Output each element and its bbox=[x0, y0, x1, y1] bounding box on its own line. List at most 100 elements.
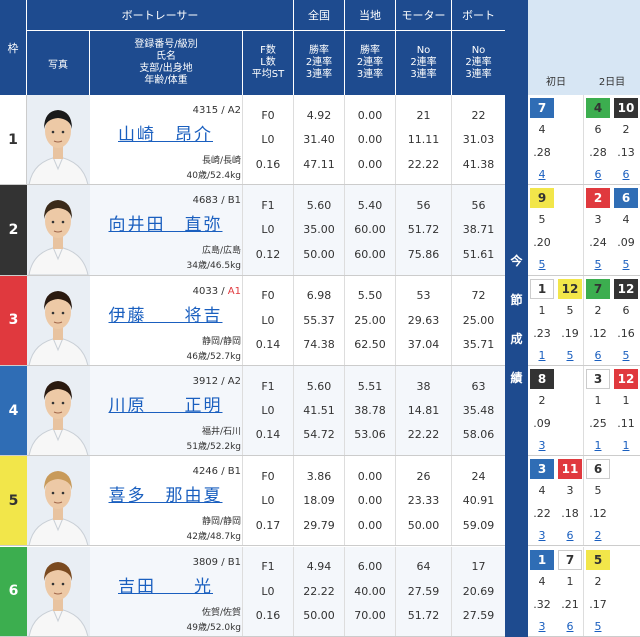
start-course-link[interactable]: 2 bbox=[584, 529, 612, 542]
stat-value: F0 bbox=[261, 469, 275, 483]
stat-value: 37.04 bbox=[407, 338, 440, 352]
waku-number: 5 bbox=[0, 456, 27, 546]
local-stats: 5.40 60.00 60.00 bbox=[345, 185, 395, 274]
header-racer: ボートレーサー bbox=[27, 0, 293, 30]
stat-value: 59.09 bbox=[462, 518, 495, 532]
boat-stats: 22 31.03 41.38 bbox=[452, 95, 505, 184]
konsetsu-char: 今 bbox=[510, 253, 523, 268]
racer-photo bbox=[27, 95, 90, 185]
racer-name-link[interactable]: 伊藤 将吉 bbox=[90, 301, 241, 326]
stat-value: 35.00 bbox=[303, 223, 335, 237]
stat-value: F1 bbox=[261, 379, 275, 393]
racer-row: 3 4033 / A1 伊藤 将吉 静岡/静岡 46歳/52.7kg F0 L0 0.14 6… bbox=[0, 275, 505, 366]
motor-stats: 21 11.11 22.22 bbox=[396, 95, 451, 184]
header-boat: ボート bbox=[452, 0, 505, 30]
stat-value: 22.22 bbox=[407, 428, 440, 442]
national-stats: 5.60 35.00 50.00 bbox=[294, 185, 344, 274]
stat-value: F0 bbox=[261, 108, 275, 122]
stat-value: L0 bbox=[261, 133, 275, 147]
racer-name-link[interactable]: 川原 正明 bbox=[90, 391, 241, 416]
racer-name-link[interactable]: 吉田 光 bbox=[90, 572, 241, 597]
start-course-link[interactable]: 6 bbox=[556, 620, 584, 633]
start-course-link[interactable]: 1 bbox=[528, 349, 556, 362]
start-course-link[interactable]: 3 bbox=[528, 620, 556, 633]
motor-stats: 26 23.33 50.00 bbox=[396, 456, 451, 545]
finish-position: 4 bbox=[586, 98, 610, 118]
stat-value: 11.11 bbox=[407, 133, 440, 147]
start-course-link[interactable]: 1 bbox=[612, 439, 640, 452]
stat-value: 0.00 bbox=[357, 108, 383, 122]
day2-label: 2日目 bbox=[598, 77, 626, 88]
stat-value: 0.00 bbox=[357, 518, 383, 532]
waku-number: 3 bbox=[0, 275, 27, 365]
waku-number: 4 bbox=[0, 365, 27, 456]
stat-value: F0 bbox=[261, 289, 275, 303]
header-motor-stats: No 2連率 3連率 bbox=[396, 31, 451, 95]
waku-number: 6 bbox=[0, 546, 27, 636]
racer-name-link[interactable]: 山崎 昂介 bbox=[90, 120, 241, 145]
course-value: 5 bbox=[538, 213, 546, 227]
class-badge: B1 bbox=[227, 195, 241, 207]
stat-value: 41.51 bbox=[303, 404, 335, 418]
stat-value: 50.00 bbox=[303, 247, 335, 261]
start-course-link[interactable]: 1 bbox=[584, 439, 612, 452]
stat-value: 21 bbox=[416, 108, 431, 122]
stat-value: 40.00 bbox=[354, 584, 386, 598]
day-divider bbox=[583, 456, 584, 546]
stat-value: 0.17 bbox=[255, 518, 281, 532]
register-number: 4246 / bbox=[192, 466, 228, 478]
day1-label: 初日 bbox=[546, 77, 566, 88]
start-course-link[interactable]: 6 bbox=[556, 529, 584, 542]
start-course-link[interactable]: 4 bbox=[528, 168, 556, 181]
start-course-link[interactable]: 5 bbox=[528, 258, 556, 271]
start-course-link[interactable]: 5 bbox=[584, 258, 612, 271]
national-stats: 3.86 18.09 29.79 bbox=[294, 456, 344, 545]
stat-value: 47.11 bbox=[303, 157, 335, 171]
finish-position: 1 bbox=[530, 278, 554, 299]
finish-position: 7 bbox=[586, 278, 610, 299]
stat-value: 4.92 bbox=[306, 108, 332, 122]
stat-value: 56 bbox=[471, 199, 486, 212]
stat-value: L0 bbox=[261, 404, 275, 418]
header-waku: 枠 bbox=[0, 0, 26, 95]
day-divider bbox=[583, 365, 584, 456]
racer-name-link[interactable]: 喜多 那由夏 bbox=[90, 481, 241, 506]
finish-position: 12 bbox=[614, 368, 638, 389]
start-course-link[interactable]: 3 bbox=[528, 439, 556, 452]
class-badge: B1 bbox=[227, 466, 241, 478]
age-weight: 42歳/48.7kg bbox=[186, 532, 241, 543]
finish-position: 12 bbox=[558, 278, 582, 299]
stat-value: 70.00 bbox=[354, 609, 386, 623]
header-profile: 登録番号/級別 氏名 支部/出身地 年齢/体重 bbox=[90, 31, 242, 95]
fl-st: F1 L0 0.16 bbox=[243, 547, 293, 636]
stat-value: 0.00 bbox=[357, 157, 383, 171]
stat-value: 6.98 bbox=[306, 289, 332, 303]
stat-value: L0 bbox=[261, 313, 275, 327]
stat-value: 25.00 bbox=[354, 313, 386, 327]
st-timing: .24 bbox=[589, 236, 607, 250]
course-value: 2 bbox=[538, 393, 546, 407]
course-value: 4 bbox=[538, 574, 546, 588]
stat-value: F1 bbox=[261, 560, 275, 574]
start-course-link[interactable]: 6 bbox=[584, 168, 612, 181]
start-course-link[interactable]: 5 bbox=[612, 349, 640, 362]
start-course-link[interactable]: 6 bbox=[612, 168, 640, 181]
start-course-link[interactable]: 5 bbox=[612, 258, 640, 271]
header-motor: モーター bbox=[396, 0, 451, 30]
branch-birthplace: 静岡/静岡 bbox=[201, 336, 241, 347]
register-number: 3912 / bbox=[192, 375, 228, 387]
racer-name-link[interactable]: 向井田 直弥 bbox=[90, 210, 241, 235]
start-course-link[interactable]: 5 bbox=[584, 620, 612, 633]
stat-value: 31.03 bbox=[462, 133, 495, 147]
course-value: 1 bbox=[622, 393, 630, 407]
stat-value: 53.06 bbox=[354, 428, 386, 442]
start-course-link[interactable]: 5 bbox=[556, 349, 584, 362]
stat-value: 56 bbox=[416, 199, 431, 212]
course-value: 1 bbox=[594, 393, 602, 407]
start-course-link[interactable]: 6 bbox=[584, 349, 612, 362]
start-course-link[interactable]: 3 bbox=[528, 529, 556, 542]
racer-photo bbox=[27, 456, 90, 546]
waku-number: 1 bbox=[0, 95, 27, 185]
register-number: 4033 / bbox=[192, 285, 228, 297]
finish-position: 5 bbox=[586, 549, 610, 570]
